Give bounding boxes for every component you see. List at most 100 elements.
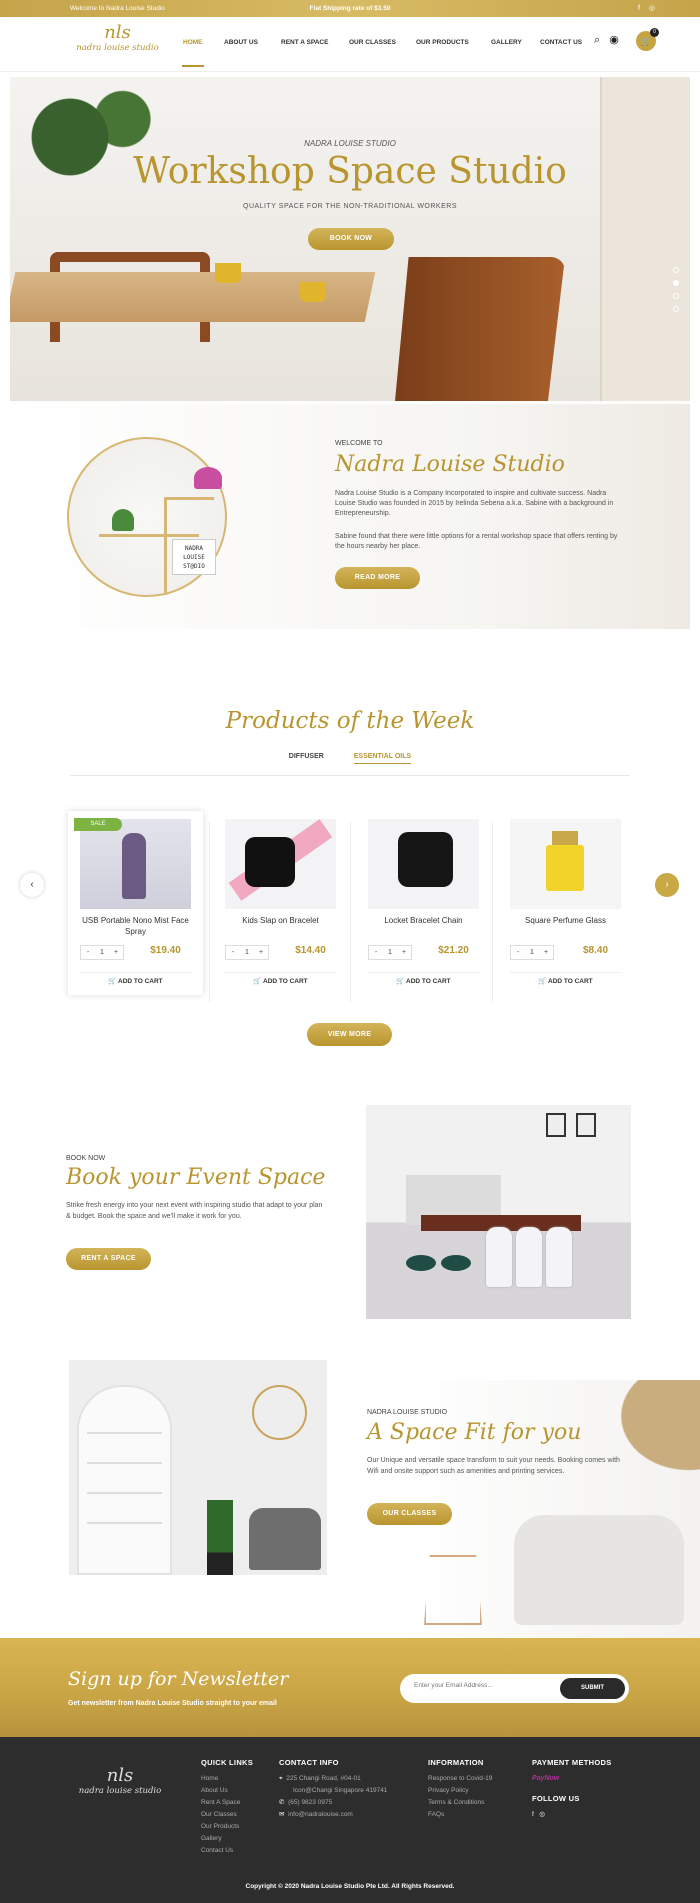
email-field[interactable] <box>414 1682 554 1689</box>
fit-title: A Space Fit for you <box>367 1420 582 1445</box>
footer-link-gallery[interactable]: Gallery <box>201 1833 253 1845</box>
product-tabs: DIFFUSER ESSENTIAL OILS <box>0 753 700 764</box>
quantity-stepper[interactable]: -1 + <box>80 945 124 960</box>
product-image[interactable] <box>80 819 191 909</box>
product-name[interactable]: Square Perfume Glass <box>508 915 623 926</box>
welcome-title: Nadra Louise Studio <box>335 452 565 477</box>
hero-banner: NADRA LOUISE STUDIO Workshop Space Studi… <box>10 77 690 401</box>
top-bar: Welcome to Nadra Louise Studio Flat Ship… <box>0 0 700 17</box>
add-to-cart-button[interactable]: 🛒 ADD TO CART <box>510 972 621 987</box>
footer-link-products[interactable]: Our Products <box>201 1821 253 1833</box>
tab-essential-oils[interactable]: ESSENTIAL OILS <box>353 753 412 764</box>
book-now-button[interactable]: BOOK NOW <box>308 228 394 250</box>
facebook-icon[interactable]: f <box>532 1811 534 1818</box>
newsletter-form: SUBMIT <box>400 1674 629 1703</box>
view-more-button[interactable]: VIEW MORE <box>307 1023 392 1046</box>
slider-dot[interactable] <box>673 306 679 312</box>
tab-diffuser[interactable]: DIFFUSER <box>289 753 324 760</box>
round-shelf-image: NADRA LOUISE ST@DIO <box>67 437 227 597</box>
hero-mug-image <box>300 282 326 302</box>
phone-icon: ✆ <box>279 1799 285 1806</box>
footer-link-covid[interactable]: Response to Covid-19 <box>428 1773 492 1785</box>
product-price: $19.40 <box>150 945 181 956</box>
read-more-button[interactable]: READ MORE <box>335 567 420 589</box>
shipping-text: Flat Shipping rate of $3.50 <box>309 5 391 12</box>
nav-about-us[interactable]: ABOUT US <box>224 39 258 46</box>
footer-link-classes[interactable]: Our Classes <box>201 1809 253 1821</box>
product-name[interactable]: Kids Slap on Bracelet <box>223 915 338 926</box>
logo[interactable]: nls nadra louise studio <box>70 23 165 65</box>
site-footer: nls nadra louise studio QUICK LINKS Home… <box>0 1737 700 1903</box>
our-classes-button[interactable]: OUR CLASSES <box>367 1503 452 1525</box>
phone-number[interactable]: (65) 9823 0975 <box>288 1799 332 1806</box>
product-card[interactable]: Kids Slap on Bracelet -1 + $14.40 🛒 ADD T… <box>213 811 348 995</box>
product-image[interactable] <box>368 819 479 909</box>
nav-our-products[interactable]: OUR PRODUCTS <box>416 39 469 46</box>
footer-link-about[interactable]: About Us <box>201 1785 253 1797</box>
rent-a-space-button[interactable]: RENT A SPACE <box>66 1248 151 1270</box>
nav-rent-a-space[interactable]: RENT A SPACE <box>281 39 328 46</box>
facebook-icon[interactable]: f <box>638 5 640 12</box>
nav-our-classes[interactable]: OUR CLASSES <box>349 39 396 46</box>
product-card[interactable]: Square Perfume Glass -1 + $8.40 🛒 ADD TO … <box>498 811 633 995</box>
email-address[interactable]: info@nadralouise.com <box>288 1811 353 1818</box>
footer-link-home[interactable]: Home <box>201 1773 253 1785</box>
slider-dot[interactable] <box>673 293 679 299</box>
footer-link-privacy[interactable]: Privacy Policy <box>428 1785 492 1797</box>
flower-pot-image <box>194 467 222 489</box>
footer-link-contact[interactable]: Contact Us <box>201 1845 253 1857</box>
products-title: Products of the Week <box>225 708 475 734</box>
logo-mark: nls <box>106 1765 134 1786</box>
footer-logo[interactable]: nls nadra louise studio <box>70 1765 170 1796</box>
add-to-cart-button[interactable]: 🛒 ADD TO CART <box>368 972 479 987</box>
slider-dots <box>673 267 679 319</box>
footer-link-terms[interactable]: Terms & Conditions <box>428 1797 492 1809</box>
product-name[interactable]: USB Portable Nono Mist Face Spray <box>78 915 193 937</box>
newsletter-section: Sign up for Newsletter Get newsletter fr… <box>0 1638 700 1737</box>
fit-pretitle: NADRA LOUISE STUDIO <box>367 1409 448 1416</box>
submit-button[interactable]: SUBMIT <box>560 1678 625 1699</box>
paynow-logo: PayNow <box>532 1775 560 1782</box>
user-icon[interactable]: ◉ <box>609 34 619 46</box>
quick-links-title: QUICK LINKS <box>201 1758 254 1767</box>
event-space-image <box>366 1105 631 1319</box>
carousel-prev-button[interactable]: ‹ <box>20 873 44 897</box>
hero-mug-image <box>215 263 241 283</box>
minus-icon: - <box>86 949 90 956</box>
information-column: INFORMATION Response to Covid-19 Privacy… <box>428 1758 492 1821</box>
payment-column: PAYMENT METHODS PayNow FOLLOW US f ◎ <box>532 1758 612 1821</box>
product-image[interactable] <box>510 819 621 909</box>
search-icon[interactable]: ⌕ <box>594 34 600 46</box>
nav-active-indicator <box>182 65 204 67</box>
add-to-cart-button[interactable]: 🛒 ADD TO CART <box>80 972 191 987</box>
product-image[interactable] <box>225 819 336 909</box>
cart-icon: 🛒 <box>538 978 547 985</box>
add-to-cart-button[interactable]: 🛒 ADD TO CART <box>225 972 336 987</box>
nav-home[interactable]: HOME <box>183 39 203 46</box>
slider-dot[interactable] <box>673 267 679 273</box>
product-price: $21.20 <box>438 945 469 956</box>
payment-methods-title: PAYMENT METHODS <box>532 1758 612 1767</box>
minus-icon: - <box>231 949 235 956</box>
plus-icon: + <box>543 949 549 956</box>
plus-icon: + <box>113 949 119 956</box>
logo-name: nadra louise studio <box>76 43 159 53</box>
nav-contact-us[interactable]: CONTACT US <box>540 39 582 46</box>
carousel-next-button[interactable]: › <box>655 873 679 897</box>
logo-name: nadra louise studio <box>78 1786 162 1796</box>
hero-door-image <box>600 77 690 401</box>
product-card[interactable]: Locket Bracelet Chain -1 + $21.20 🛒 ADD T… <box>356 811 491 995</box>
site-header: nls nadra louise studio HOME ABOUT US RE… <box>0 17 700 72</box>
instagram-icon[interactable]: ◎ <box>649 5 655 12</box>
product-card[interactable]: SALE USB Portable Nono Mist Face Spray -… <box>68 811 203 995</box>
quantity-stepper[interactable]: -1 + <box>510 945 554 960</box>
nav-gallery[interactable]: GALLERY <box>491 39 522 46</box>
quantity-stepper[interactable]: -1 + <box>368 945 412 960</box>
hero-chair-image <box>395 257 565 401</box>
instagram-icon[interactable]: ◎ <box>539 1811 545 1818</box>
slider-dot-active[interactable] <box>673 280 679 286</box>
footer-link-rent[interactable]: Rent A Space <box>201 1797 253 1809</box>
product-name[interactable]: Locket Bracelet Chain <box>366 915 481 926</box>
footer-link-faqs[interactable]: FAQs <box>428 1809 492 1821</box>
quantity-stepper[interactable]: -1 + <box>225 945 269 960</box>
